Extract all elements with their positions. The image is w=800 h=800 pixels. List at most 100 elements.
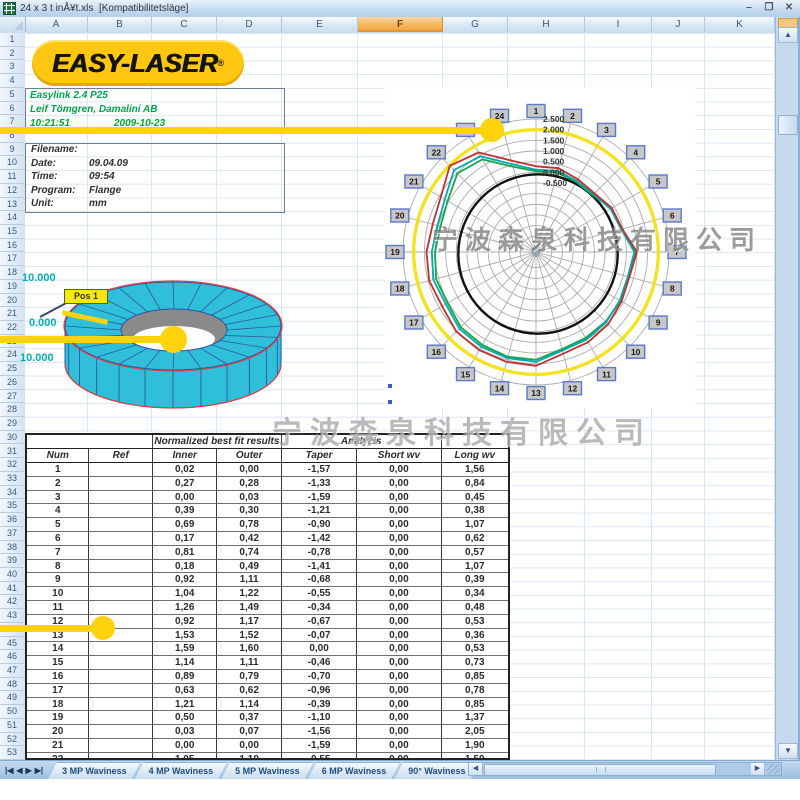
table-cell[interactable]: 1,17 <box>217 615 281 629</box>
table-cell[interactable]: 0,49 <box>217 560 281 574</box>
table-cell[interactable]: 0,81 <box>153 546 217 560</box>
column-header-I[interactable]: I <box>585 17 652 32</box>
row-header-38[interactable]: 38 <box>0 541 24 555</box>
column-header-short-wv[interactable]: Short wv <box>357 449 441 463</box>
table-cell[interactable]: 0,00 <box>357 546 441 560</box>
table-cell[interactable]: 0,84 <box>442 477 508 491</box>
minimize-button[interactable]: – <box>742 2 756 13</box>
table-cell[interactable]: -0,39 <box>282 698 357 712</box>
table-cell[interactable]: -0,55 <box>282 753 357 760</box>
table-cell[interactable]: 0,34 <box>442 587 508 601</box>
table-cell[interactable]: 0,00 <box>357 656 441 670</box>
resize-grip[interactable] <box>767 764 780 775</box>
table-cell[interactable]: 0,78 <box>217 518 281 532</box>
table-cell[interactable] <box>89 477 152 491</box>
row-header-46[interactable]: 46 <box>0 650 24 664</box>
table-cell[interactable]: 7 <box>27 546 89 560</box>
table-cell[interactable]: 15 <box>27 656 89 670</box>
table-cell[interactable]: 0,62 <box>442 532 508 546</box>
table-cell[interactable]: 0,53 <box>442 642 508 656</box>
row-header-18[interactable]: 18 <box>0 266 24 280</box>
table-cell[interactable]: -1,56 <box>282 725 357 739</box>
table-cell[interactable]: 10 <box>27 587 89 601</box>
table-cell[interactable]: 0,92 <box>153 615 217 629</box>
row-header-37[interactable]: 37 <box>0 527 24 541</box>
table-cell[interactable] <box>89 739 152 753</box>
table-cell[interactable]: 1,49 <box>217 601 281 615</box>
row-header-2[interactable]: 2 <box>0 47 24 61</box>
table-cell[interactable]: 0,00 <box>357 615 441 629</box>
table-cell[interactable]: 9 <box>27 573 89 587</box>
table-cell[interactable]: 0,37 <box>217 711 281 725</box>
row-header-6[interactable]: 6 <box>0 102 24 116</box>
table-cell[interactable]: 0,00 <box>153 491 217 505</box>
table-cell[interactable]: 0,18 <box>153 560 217 574</box>
table-cell[interactable]: 0,57 <box>442 546 508 560</box>
table-cell[interactable]: 0,00 <box>357 463 441 477</box>
column-header-taper[interactable]: Taper <box>282 449 357 463</box>
table-cell[interactable]: -1,42 <box>282 532 357 546</box>
group-header-analyzis[interactable]: Analyzis <box>282 435 442 449</box>
table-cell[interactable]: -1,59 <box>282 739 357 753</box>
table-cell[interactable]: 1,26 <box>153 601 217 615</box>
table-cell[interactable]: 21 <box>27 739 89 753</box>
table-cell[interactable] <box>89 463 152 477</box>
row-header-33[interactable]: 33 <box>0 472 24 486</box>
table-cell[interactable]: 0,00 <box>357 587 441 601</box>
table-cell[interactable]: 0,74 <box>217 546 281 560</box>
row-header-27[interactable]: 27 <box>0 390 24 404</box>
row-header-45[interactable]: 45 <box>0 637 24 651</box>
table-cell[interactable]: 0,45 <box>442 491 508 505</box>
table-cell[interactable]: 0,02 <box>153 463 217 477</box>
table-cell[interactable]: 0,62 <box>217 684 281 698</box>
table-cell[interactable]: 0,00 <box>357 753 441 760</box>
column-header-ref[interactable]: Ref <box>89 449 152 463</box>
table-cell[interactable]: 14 <box>27 642 89 656</box>
table-cell[interactable]: 0,00 <box>357 739 441 753</box>
table-cell[interactable]: 0,36 <box>442 629 508 643</box>
table-cell[interactable]: 0,00 <box>217 463 281 477</box>
table-cell[interactable]: 2,05 <box>442 725 508 739</box>
table-cell[interactable]: 19 <box>27 711 89 725</box>
row-header-14[interactable]: 14 <box>0 211 24 225</box>
row-header-48[interactable]: 48 <box>0 678 24 692</box>
group-header-normalized[interactable]: Normalized best fit results <box>153 435 282 449</box>
row-header-5[interactable]: 5 <box>0 88 24 102</box>
table-cell[interactable] <box>89 560 152 574</box>
restore-button[interactable]: ❐ <box>762 2 776 13</box>
table-cell[interactable] <box>89 518 152 532</box>
row-header-29[interactable]: 29 <box>0 417 24 431</box>
sheet-tab-5-mp-waviness[interactable]: 5 MP Waviness <box>221 762 314 779</box>
table-cell[interactable]: -0,78 <box>282 546 357 560</box>
table-cell[interactable]: 0,00 <box>357 560 441 574</box>
table-cell[interactable]: 0,00 <box>282 642 357 656</box>
table-cell[interactable]: 0,30 <box>217 504 281 518</box>
table-cell[interactable]: 0,42 <box>217 532 281 546</box>
table-cell[interactable]: 4 <box>27 504 89 518</box>
table-cell[interactable] <box>89 698 152 712</box>
table-cell[interactable]: -0,07 <box>282 629 357 643</box>
table-cell[interactable]: -0,55 <box>282 587 357 601</box>
sheet-tab-3-mp-waviness[interactable]: 3 MP Waviness <box>48 762 141 779</box>
table-cell[interactable]: 0,00 <box>357 670 441 684</box>
table-cell[interactable]: 1,07 <box>442 518 508 532</box>
table-cell[interactable]: 11 <box>27 601 89 615</box>
table-cell[interactable]: 0,28 <box>217 477 281 491</box>
table-cell[interactable]: 0,00 <box>357 642 441 656</box>
scroll-up-arrow[interactable]: ▲ <box>778 27 798 43</box>
table-cell[interactable]: -0,34 <box>282 601 357 615</box>
column-header-G[interactable]: G <box>443 17 508 32</box>
row-header-4[interactable]: 4 <box>0 74 24 88</box>
table-cell[interactable]: 0,00 <box>357 573 441 587</box>
row-header-15[interactable]: 15 <box>0 225 24 239</box>
table-cell[interactable]: 0,78 <box>442 684 508 698</box>
table-cell[interactable]: 1,11 <box>217 573 281 587</box>
row-header-47[interactable]: 47 <box>0 664 24 678</box>
row-header-3[interactable]: 3 <box>0 60 24 74</box>
row-header-53[interactable]: 53 <box>0 746 24 760</box>
column-header-inner[interactable]: Inner <box>153 449 217 463</box>
table-cell[interactable]: 1,53 <box>153 629 217 643</box>
table-cell[interactable]: 0,00 <box>357 711 441 725</box>
table-cell[interactable]: 0,00 <box>357 477 441 491</box>
row-header-32[interactable]: 32 <box>0 458 24 472</box>
